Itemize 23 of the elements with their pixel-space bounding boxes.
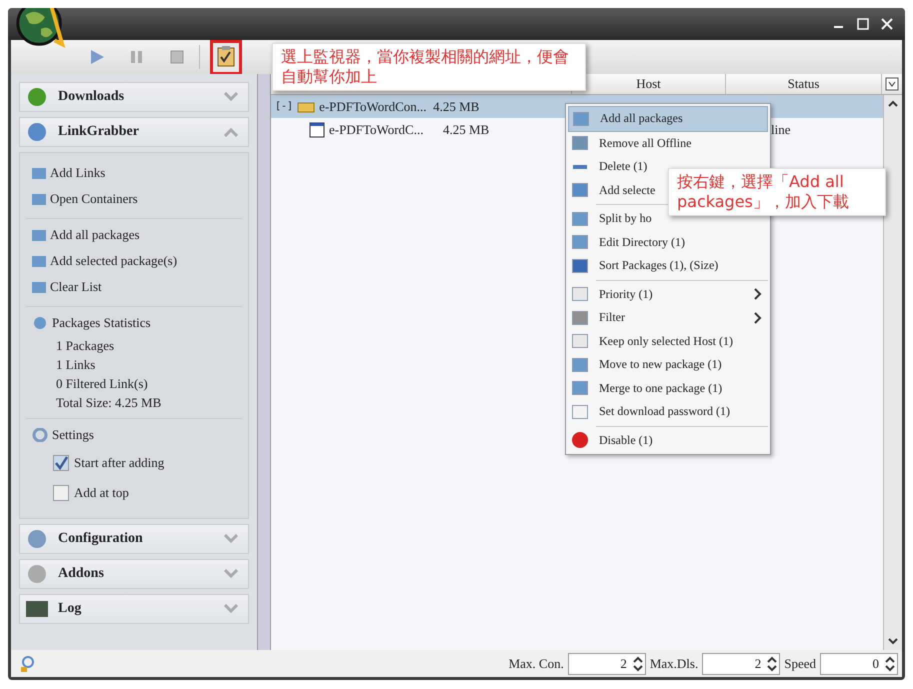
stats-line: 1 Links [55, 356, 96, 374]
checkbox-label: Start after adding [74, 455, 164, 471]
file-name: e-PDFToWordCon... [319, 98, 428, 114]
status-label: Speed [784, 656, 816, 672]
section-title: Downloads [58, 89, 126, 105]
section-title: LinkGrabber [58, 124, 140, 140]
stats-line: 1 Packages [55, 337, 116, 355]
file-size: 4.25 MB [443, 122, 490, 138]
section-title: Configuration [58, 531, 144, 547]
status-label: Max.Dls. [650, 656, 698, 672]
status-text: line [771, 122, 792, 138]
stats-line: Total Size: 4.25 MB [55, 394, 162, 412]
section-title: Addons [58, 566, 105, 582]
file-size: 4.25 MB [433, 98, 480, 114]
checkbox-label: Add at top [74, 485, 129, 501]
annotation-tooltip: 選上監視器，當你複製相關的網址，便會自動幫你加上 [272, 43, 586, 91]
status-label: Max. Con. [508, 656, 564, 672]
settings-title: Settings [52, 427, 94, 443]
stats-title: Packages Statistics [52, 315, 151, 331]
stats-line: 0 Filtered Link(s) [55, 375, 149, 393]
section-title: Log [58, 601, 82, 617]
annotation-tooltip: 按右鍵，選擇「Add all packages」，加入下載 [668, 168, 886, 216]
file-name: e-PDFToWordC... [329, 122, 424, 138]
